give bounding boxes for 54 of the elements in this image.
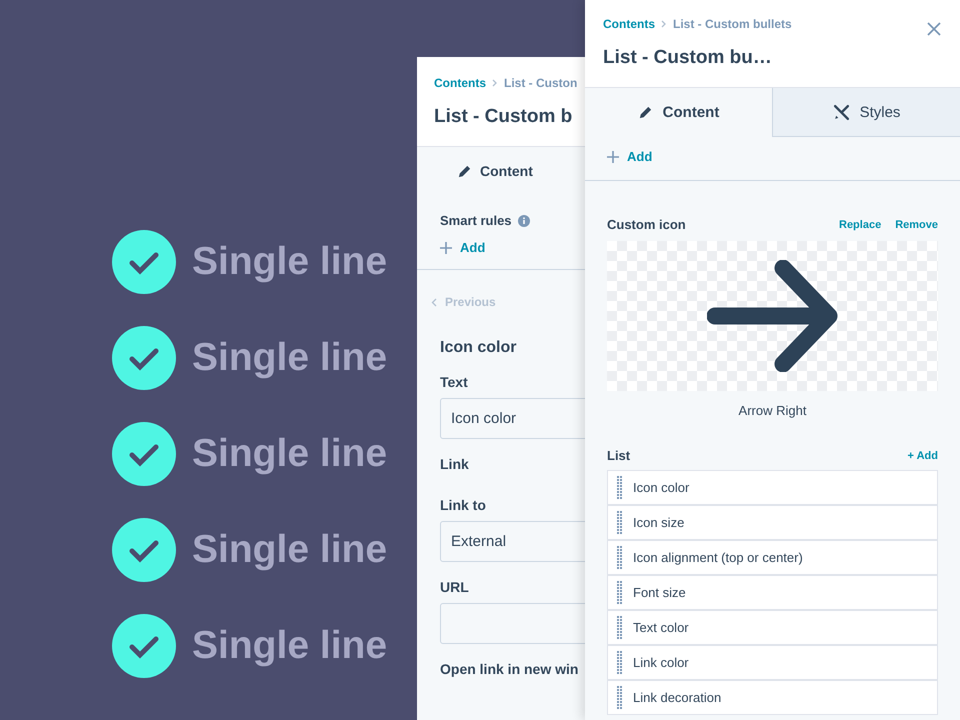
field-label: URL	[440, 579, 470, 595]
field-label: Link	[440, 456, 470, 472]
check-circle-icon	[112, 614, 176, 678]
chevron-right-icon	[660, 20, 668, 28]
list-row[interactable]: Icon alignment (top or center)	[607, 540, 938, 575]
input-field[interactable]: External	[440, 521, 585, 562]
drag-handle-icon	[617, 476, 623, 500]
custom-icon-label: Custom icon	[607, 217, 686, 232]
field-label: Text	[440, 374, 469, 390]
plus-icon	[440, 242, 452, 254]
drag-handle-icon	[617, 546, 623, 570]
close-button[interactable]	[926, 21, 942, 37]
check-circle-icon	[112, 230, 176, 294]
list-item-text: Single line	[192, 240, 388, 284]
pencil-icon	[638, 104, 653, 120]
brush-icon	[832, 104, 850, 120]
list-item-text: Single line	[192, 528, 388, 572]
content-tab[interactable]: Content	[417, 147, 585, 195]
chevron-left-icon	[431, 298, 437, 306]
list-row[interactable]: Link color	[607, 645, 938, 680]
section-heading: Icon color	[440, 339, 518, 357]
list-row[interactable]: Icon color	[607, 470, 938, 505]
check-circle-icon	[112, 518, 176, 582]
arrow-right-icon	[706, 260, 838, 372]
chevron-right-icon	[491, 79, 499, 87]
list-label: List	[607, 448, 630, 463]
drag-handle-icon	[617, 650, 623, 674]
check-circle-icon	[112, 422, 176, 486]
drag-handle-icon	[617, 580, 623, 604]
list-row[interactable]: Font size	[607, 575, 938, 610]
list-item-text: Single line	[192, 336, 388, 380]
panel-title: List - Custom b	[434, 106, 574, 128]
list-row[interactable]: Text color	[607, 610, 938, 645]
smart-rules-label: Smart rules	[440, 213, 512, 228]
field-label: Link to	[440, 497, 487, 513]
input-field[interactable]: Icon color	[440, 398, 585, 439]
list-item-text: Single line	[192, 624, 388, 668]
check-circle-icon	[112, 326, 176, 390]
field-label: Open link in new win	[440, 661, 580, 677]
panel-title: List - Custom bu…	[603, 47, 773, 69]
drag-handle-icon	[617, 510, 623, 534]
info-icon	[518, 214, 530, 226]
panel-tab[interactable]: Styles	[772, 88, 960, 137]
drag-handle-icon	[617, 616, 623, 640]
breadcrumb-link[interactable]: Contents	[434, 76, 486, 90]
input-field[interactable]	[440, 603, 585, 644]
list-row[interactable]: Icon size	[607, 505, 938, 540]
list-item-text: Single line	[192, 432, 388, 476]
plus-icon	[607, 150, 619, 162]
icon-caption: Arrow Right	[738, 403, 808, 418]
drag-handle-icon	[617, 686, 623, 710]
pencil-icon	[457, 164, 472, 178]
list-row[interactable]: Link decoration	[607, 680, 938, 715]
breadcrumb-link[interactable]: Contents	[603, 17, 655, 31]
